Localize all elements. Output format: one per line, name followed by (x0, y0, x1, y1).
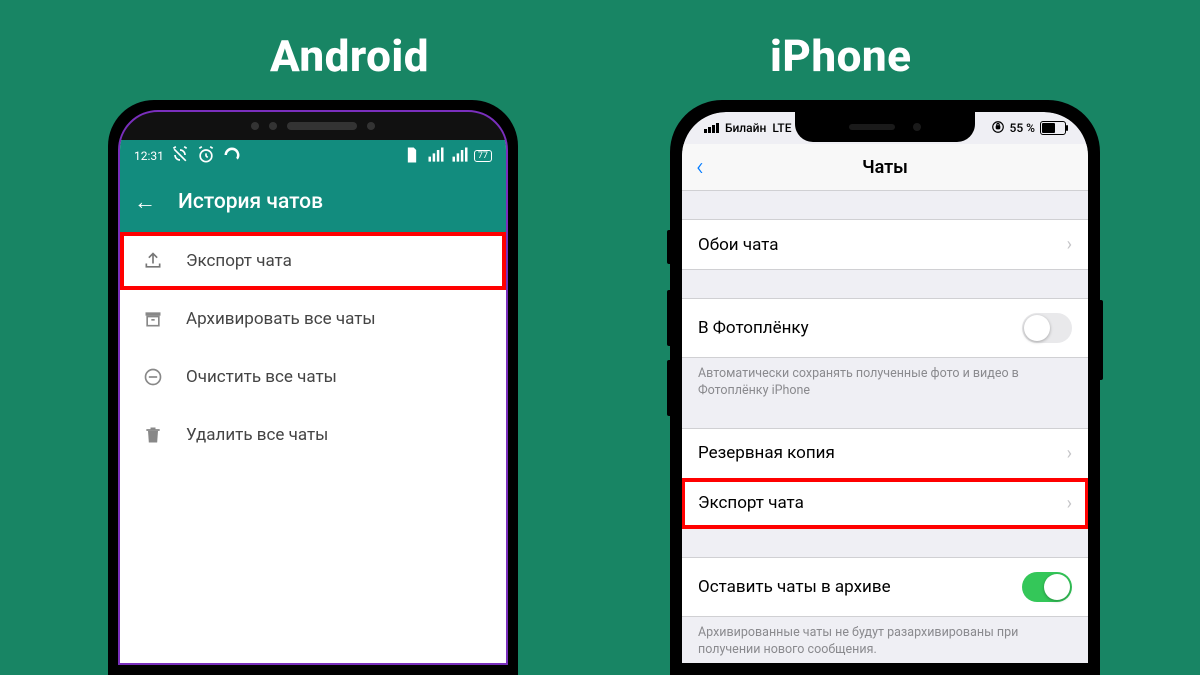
sim-icon (402, 145, 422, 168)
chevron-right-icon: › (1067, 443, 1072, 464)
clear-icon (142, 366, 164, 388)
list-item-archive-all[interactable]: Архивировать все чаты (120, 290, 506, 348)
android-statusbar: 12:31 (120, 140, 506, 172)
list-item-label: Архивировать все чаты (186, 309, 376, 329)
list-item-label: Удалить все чаты (186, 425, 328, 445)
archive-icon (142, 308, 164, 330)
iphone-notch (795, 112, 975, 142)
alarm-off-icon (170, 145, 190, 168)
android-history-list: Экспорт чата Архивировать все чаты Очист… (120, 232, 506, 663)
list-item-label: Экспорт чата (186, 251, 292, 271)
carrier-label: Билайн (725, 121, 766, 135)
alarm-icon (196, 145, 216, 168)
chevron-right-icon: › (1067, 234, 1072, 255)
row-label: Оставить чаты в архиве (698, 577, 891, 597)
page-title: Чаты (862, 157, 908, 178)
row-backup[interactable]: Резервная копия › (682, 429, 1088, 479)
network-label: LTE (772, 121, 791, 135)
trash-icon (142, 424, 164, 446)
settings-group-wallpaper: Обои чата › (682, 219, 1088, 270)
toggle-switch[interactable] (1022, 313, 1072, 343)
list-item-export-chat[interactable]: Экспорт чата (120, 232, 506, 290)
settings-group-archive: Оставить чаты в архиве (682, 557, 1088, 617)
row-label: В Фотоплёнку (698, 318, 809, 338)
chevron-right-icon: › (1067, 493, 1072, 514)
signal-icon (450, 145, 470, 168)
back-chevron-icon[interactable]: ‹ (696, 152, 704, 182)
orientation-lock-icon (991, 120, 1005, 137)
row-keep-archived[interactable]: Оставить чаты в архиве (682, 558, 1088, 616)
row-label: Обои чата (698, 235, 778, 255)
android-header: ← История чатов (120, 172, 506, 232)
column-title-iphone: iPhone (770, 30, 912, 82)
signal-4g-icon (426, 145, 446, 168)
settings-group-cameraroll: В Фотоплёнку (682, 298, 1088, 358)
list-item-clear-all[interactable]: Очистить все чаты (120, 348, 506, 406)
row-export-chat[interactable]: Экспорт чата › (682, 479, 1088, 528)
row-chat-wallpaper[interactable]: Обои чата › (682, 220, 1088, 269)
list-item-label: Очистить все чаты (186, 367, 337, 387)
android-notch (120, 112, 506, 140)
iphone-phone-frame: Билайн LTE 55 % ‹ Чаты (670, 100, 1100, 675)
upload-icon (142, 250, 164, 272)
sync-icon (222, 145, 242, 168)
toggle-switch[interactable] (1022, 572, 1072, 602)
column-title-android: Android (270, 30, 429, 82)
battery-percent: 55 % (1010, 121, 1035, 135)
group-footer: Архивированные чаты не будут разархивиро… (682, 617, 1088, 659)
row-label: Экспорт чата (698, 493, 804, 513)
iphone-navbar: ‹ Чаты (682, 144, 1088, 191)
status-time: 12:31 (134, 149, 164, 163)
page-title: История чатов (178, 190, 323, 214)
list-item-delete-all[interactable]: Удалить все чаты (120, 406, 506, 464)
settings-group-backup: Резервная копия › Экспорт чата › (682, 428, 1088, 529)
battery-icon: 77 (474, 150, 492, 162)
row-label: Резервная копия (698, 443, 835, 463)
row-save-to-camera-roll[interactable]: В Фотоплёнку (682, 299, 1088, 357)
android-phone-frame: 12:31 (108, 100, 518, 675)
signal-bars-icon (704, 123, 719, 133)
group-footer: Автоматически сохранять полученные фото … (682, 358, 1088, 400)
battery-icon (1040, 121, 1066, 135)
back-arrow-icon[interactable]: ← (134, 189, 156, 215)
